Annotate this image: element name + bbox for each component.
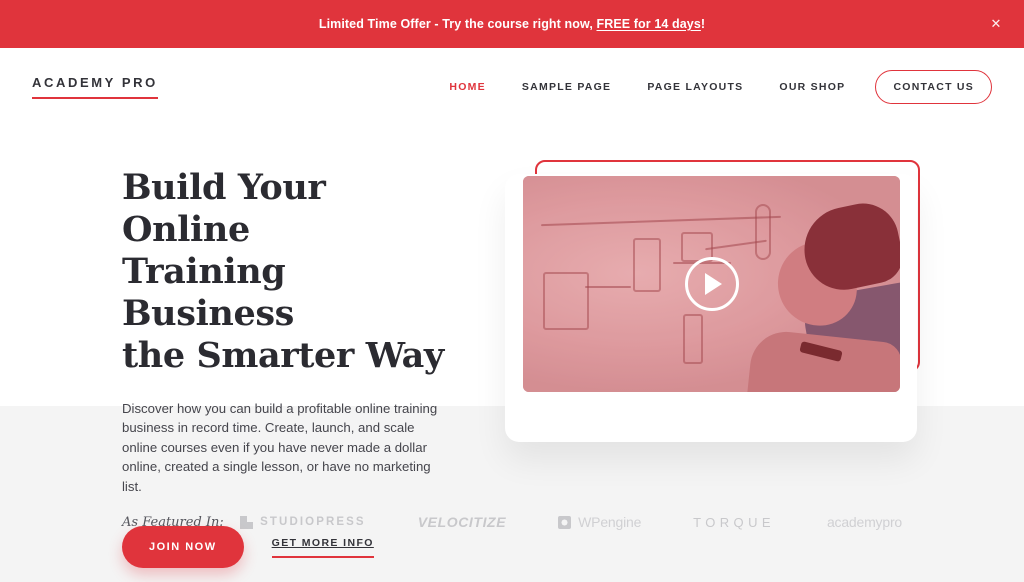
nav-item-page-layouts[interactable]: PAGE LAYOUTS — [629, 81, 761, 93]
brand-velocitize[interactable]: VELOCITIZE — [418, 514, 506, 530]
promo-text-after: ! — [700, 17, 706, 31]
brand-academypro-suffix: pro — [882, 514, 902, 530]
brand-academypro[interactable]: academypro — [827, 514, 902, 530]
brand-wpengine[interactable]: WPengine — [558, 514, 641, 530]
landing-page: Limited Time Offer - Try the course righ… — [0, 0, 1024, 582]
featured-in-bar: As Featured In: STUDIOPRESS VELOCITIZE W… — [0, 462, 1024, 582]
brand-wpengine-label: WPengine — [578, 514, 641, 530]
play-triangle — [705, 273, 722, 295]
promo-offer-link[interactable]: FREE for 14 days — [596, 17, 700, 31]
brand-studiopress[interactable]: STUDIOPRESS — [240, 515, 366, 529]
brand-wpengine-prefix: WP — [578, 514, 601, 530]
hero-title-line-2: Training Business — [122, 251, 294, 334]
promo-banner-text: Limited Time Offer - Try the course righ… — [319, 17, 705, 31]
brand-academypro-prefix: academy — [826, 514, 883, 530]
nav-item-our-shop[interactable]: OUR SHOP — [761, 81, 863, 93]
brand-logo-row: STUDIOPRESS VELOCITIZE WPengine TORQUE a… — [240, 514, 902, 530]
brand-studiopress-label: STUDIOPRESS — [260, 516, 366, 528]
play-icon[interactable] — [684, 257, 739, 311]
primary-navigation: HOME SAMPLE PAGE PAGE LAYOUTS OUR SHOP C… — [431, 70, 992, 104]
promo-banner: Limited Time Offer - Try the course righ… — [0, 0, 1024, 48]
nav-item-sample-page[interactable]: SAMPLE PAGE — [504, 81, 629, 93]
hero-section: Build Your Online Training Business the … — [0, 126, 1024, 582]
hero-title-line-3: the Smarter Way — [122, 335, 444, 376]
site-logo[interactable]: ACADEMY PRO — [32, 75, 158, 99]
nav-item-home[interactable]: HOME — [431, 81, 504, 93]
promo-text-before: Limited Time Offer - Try the course righ… — [318, 17, 597, 31]
hero-title-line-1: Build Your Online — [122, 167, 326, 250]
brand-academypro-label: academypro — [827, 514, 902, 530]
studiopress-mark-icon — [240, 515, 254, 529]
hero-video — [505, 160, 935, 442]
brand-wpengine-suffix: engine — [600, 514, 642, 530]
featured-in-label: As Featured In: — [122, 514, 224, 530]
brand-torque-label: TORQUE — [693, 514, 775, 530]
brand-velocitize-label: VELOCITIZE — [417, 514, 507, 530]
brand-torque[interactable]: TORQUE — [693, 515, 775, 530]
site-header: ACADEMY PRO HOME SAMPLE PAGE PAGE LAYOUT… — [0, 48, 1024, 126]
wpengine-mark-icon — [558, 515, 572, 529]
close-icon[interactable]: ✕ — [988, 16, 1004, 32]
nav-contact-us-button[interactable]: CONTACT US — [875, 70, 992, 104]
page-title: Build Your Online Training Business the … — [122, 167, 462, 377]
video-thumbnail[interactable] — [523, 176, 900, 392]
